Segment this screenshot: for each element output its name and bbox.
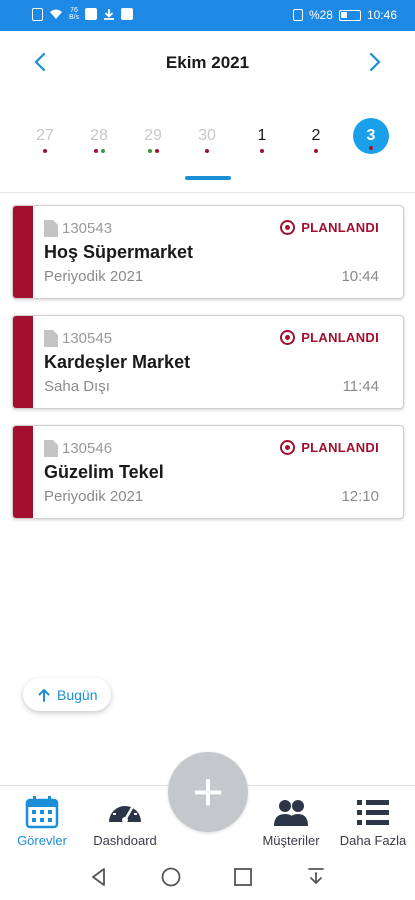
week-indicator	[185, 176, 231, 180]
battery-percent: %28	[308, 8, 333, 22]
clock: 10:46	[366, 8, 397, 22]
task-indicator-dot	[147, 149, 152, 153]
notification-icon	[85, 8, 98, 20]
task-indicator-dot	[154, 149, 159, 153]
task-card[interactable]: 130543 PLANLANDI Hoş Süpermarket Periyod…	[12, 205, 404, 299]
today-button[interactable]: Bugün	[23, 678, 112, 711]
status-color-bar	[13, 316, 33, 408]
download-icon	[104, 9, 115, 20]
day-item-selected[interactable]: 3	[344, 118, 398, 154]
task-card[interactable]: 130546 PLANLANDI Güzelim Tekel Periyodik…	[12, 425, 404, 519]
document-icon	[44, 440, 58, 457]
day-item[interactable]: 29	[126, 118, 180, 154]
planned-icon	[280, 330, 296, 345]
system-navigation	[0, 855, 415, 900]
recents-icon[interactable]	[231, 865, 255, 889]
nav-item-customers[interactable]: Müşteriler	[246, 794, 336, 848]
task-indicator-dot	[93, 149, 98, 153]
today-label: Bugün	[57, 686, 98, 703]
task-time: 10:44	[341, 268, 379, 285]
task-subtitle: Periyodik 2021	[44, 268, 144, 285]
nav-label: Daha Fazla	[339, 833, 407, 848]
add-task-button[interactable]: +	[168, 752, 248, 832]
calendar-icon	[25, 796, 59, 829]
home-icon[interactable]	[159, 865, 183, 889]
arrow-up-icon	[38, 688, 50, 702]
task-indicator-dot	[260, 149, 264, 153]
notification-shade-icon[interactable]	[304, 865, 328, 889]
day-dots	[235, 149, 289, 153]
task-code: 130546	[62, 440, 113, 457]
day-item[interactable]: 2	[289, 118, 343, 154]
task-indicator-dot	[43, 149, 47, 153]
status-color-bar	[13, 206, 33, 298]
chevron-right-icon[interactable]	[361, 49, 387, 75]
planned-icon	[280, 220, 296, 235]
day-dots	[126, 149, 180, 153]
nav-item-more[interactable]: Daha Fazla	[328, 794, 415, 848]
nav-label: Görevler	[17, 833, 67, 848]
nav-label: Müşteriler	[262, 833, 320, 848]
task-indicator-dot	[100, 149, 105, 153]
status-badge: PLANLANDI	[280, 220, 379, 235]
list-icon	[357, 800, 389, 825]
task-indicator-dot	[205, 149, 209, 153]
day-dots	[180, 149, 234, 153]
nfc-icon	[292, 9, 303, 21]
network-speed: 76 B/s	[69, 7, 80, 21]
wifi-icon	[50, 9, 62, 19]
task-title: Hoş Süpermarket	[44, 242, 194, 262]
status-badge: PLANLANDI	[280, 440, 379, 455]
battery-icon	[338, 9, 361, 21]
document-icon	[44, 220, 58, 237]
task-title: Kardeşler Market	[44, 352, 191, 372]
status-color-bar	[13, 426, 33, 518]
task-time: 11:44	[342, 378, 379, 395]
status-bar: 76 B/s %28 10:46	[0, 0, 415, 31]
app-notification-icon	[121, 8, 134, 20]
back-icon[interactable]	[87, 865, 111, 889]
task-indicator-dot	[314, 149, 318, 153]
week-strip: 27 28 29 30 1 2 3	[0, 118, 415, 193]
task-card[interactable]: 130545 PLANLANDI Kardeşler Market Saha D…	[12, 315, 404, 409]
users-icon	[274, 800, 308, 826]
day-item[interactable]: 27	[18, 118, 72, 154]
task-indicator-dot	[369, 146, 373, 150]
day-dots	[289, 149, 343, 153]
task-code: 130545	[62, 330, 113, 347]
sim-icon	[32, 7, 43, 21]
task-title: Güzelim Tekel	[44, 462, 164, 482]
speedometer-icon	[109, 801, 141, 823]
day-dots	[72, 149, 126, 153]
nav-item-tasks[interactable]: Görevler	[0, 794, 87, 848]
nav-item-dashboard[interactable]: Dashdoard	[80, 794, 170, 848]
task-subtitle: Saha Dışı	[44, 378, 110, 395]
task-time: 12:10	[341, 488, 379, 505]
day-item[interactable]: 28	[72, 118, 126, 154]
planned-icon	[280, 440, 296, 455]
day-dots	[18, 149, 72, 153]
day-dots	[344, 146, 398, 150]
month-header: Ekim 2021	[0, 31, 415, 95]
task-code: 130543	[62, 220, 113, 237]
nav-label: Dashdoard	[93, 833, 157, 848]
day-item[interactable]: 1	[235, 118, 289, 154]
task-subtitle: Periyodik 2021	[44, 488, 144, 505]
month-title: Ekim 2021	[165, 53, 250, 72]
day-item[interactable]: 30	[180, 118, 234, 154]
document-icon	[44, 330, 58, 347]
status-badge: PLANLANDI	[280, 330, 379, 345]
